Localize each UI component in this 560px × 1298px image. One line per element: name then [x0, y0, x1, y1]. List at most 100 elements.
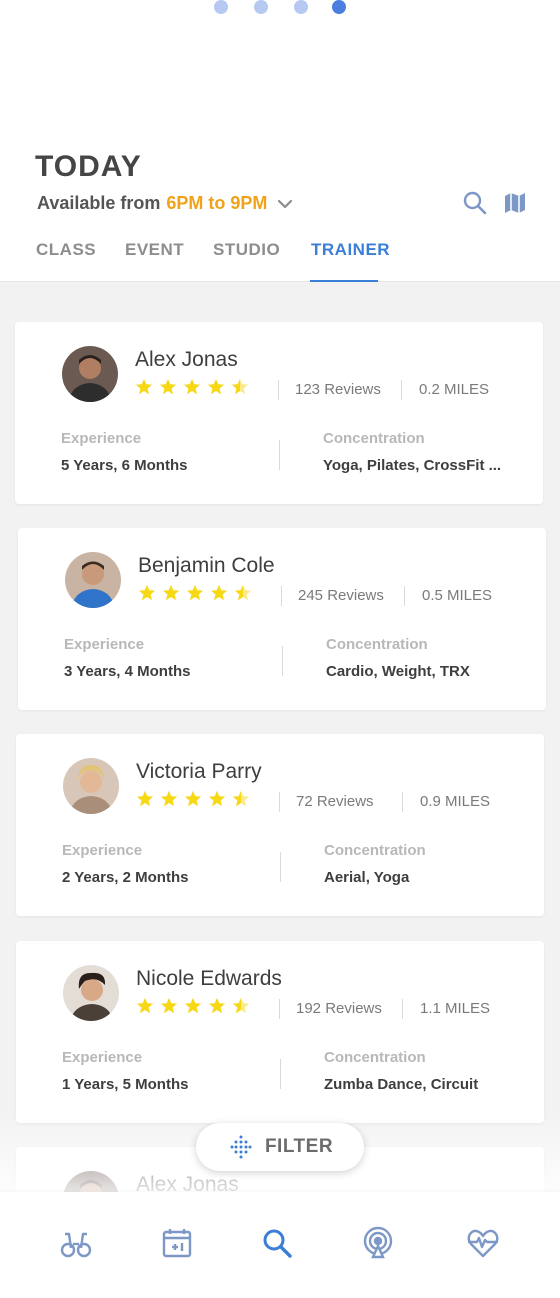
divider	[279, 792, 280, 812]
trainer-name: Alex Jonas	[135, 348, 238, 371]
page-dot[interactable]	[254, 0, 268, 14]
distance: 1.1 MILES	[420, 1000, 491, 1017]
trainer-card[interactable]: Alex Jonas 123 Reviews 0.2 MILES Experie…	[15, 322, 543, 504]
distance: 0.2 MILES	[419, 381, 490, 398]
experience-value: 1 Years, 5 Months	[62, 1076, 189, 1093]
star-icon	[135, 378, 153, 395]
divider	[279, 999, 280, 1019]
concentration-label: Concentration	[324, 842, 426, 859]
star-icon	[136, 997, 154, 1014]
availability-prefix: Available from	[37, 193, 161, 213]
concentration-value: Cardio, Weight, TRX	[326, 663, 470, 680]
page-dot-active[interactable]	[332, 0, 346, 14]
trainer-name: Nicole Edwards	[136, 967, 282, 990]
avatar	[63, 1171, 119, 1192]
category-tabs: CLASS EVENT STUDIO TRAINER	[0, 240, 560, 282]
star-icon	[207, 378, 225, 395]
star-icon	[208, 997, 226, 1014]
concentration-label: Concentration	[326, 636, 428, 653]
tab-trainer[interactable]: TRAINER	[311, 240, 390, 260]
trainer-list[interactable]: Alex Jonas 123 Reviews 0.2 MILES Experie…	[0, 282, 560, 1192]
star-icon	[160, 790, 178, 807]
filter-dots-icon	[230, 1135, 252, 1159]
page-dot[interactable]	[214, 0, 228, 14]
experience-label: Experience	[62, 842, 143, 859]
rating-stars	[136, 997, 250, 1015]
half-star-icon	[232, 790, 250, 807]
avatar	[63, 965, 119, 1021]
experience-value: 5 Years, 6 Months	[61, 457, 188, 474]
concentration-label: Concentration	[323, 430, 425, 447]
trainer-card[interactable]: Victoria Parry 72 Reviews 0.9 MILES Expe…	[16, 734, 544, 916]
experience-value: 3 Years, 4 Months	[64, 663, 191, 680]
divider	[278, 380, 279, 400]
concentration-value: Aerial, Yoga	[324, 869, 410, 886]
divider	[404, 586, 405, 606]
star-icon	[160, 997, 178, 1014]
avatar	[65, 552, 121, 608]
review-count: 245 Reviews	[298, 587, 384, 604]
page-indicator	[0, 0, 560, 14]
review-count: 192 Reviews	[296, 1000, 382, 1017]
divider	[282, 646, 283, 676]
calendar-plus-icon[interactable]	[160, 1226, 194, 1260]
concentration-label: Concentration	[324, 1049, 426, 1066]
divider	[280, 1059, 281, 1089]
review-count: 72 Reviews	[296, 793, 374, 810]
star-icon	[208, 790, 226, 807]
review-count: 123 Reviews	[295, 381, 381, 398]
divider	[280, 852, 281, 882]
filter-label: FILTER	[264, 1136, 334, 1157]
heart-pulse-icon[interactable]	[466, 1226, 500, 1260]
distance: 0.5 MILES	[422, 587, 493, 604]
header: TODAY Available from 6PM to 9PM CLASS EV…	[0, 140, 560, 282]
half-star-icon	[232, 997, 250, 1014]
bottom-navigation	[0, 1192, 560, 1298]
binoculars-icon[interactable]	[59, 1226, 93, 1260]
experience-label: Experience	[62, 1049, 143, 1066]
trainer-card[interactable]: Benjamin Cole 245 Reviews 0.5 MILES Expe…	[18, 528, 546, 710]
concentration-value: Yoga, Pilates, CrossFit ...	[323, 457, 502, 474]
divider	[402, 792, 403, 812]
map-icon[interactable]	[502, 190, 528, 216]
divider	[281, 586, 282, 606]
avatar	[62, 346, 118, 402]
star-icon	[210, 584, 228, 601]
availability-time: 6PM to 9PM	[166, 193, 268, 213]
distance: 0.9 MILES	[420, 793, 491, 810]
trainer-name: Victoria Parry	[136, 760, 262, 783]
trainer-card[interactable]: Nicole Edwards 192 Reviews 1.1 MILES Exp…	[16, 941, 544, 1123]
experience-label: Experience	[61, 430, 142, 447]
divider	[279, 440, 280, 470]
concentration-value: Zumba Dance, Circuit	[324, 1076, 479, 1093]
filter-button[interactable]: FILTER	[196, 1123, 364, 1171]
star-icon	[183, 378, 201, 395]
half-star-icon	[234, 584, 252, 601]
star-icon	[138, 584, 156, 601]
half-star-icon	[231, 378, 249, 395]
star-icon	[184, 997, 202, 1014]
trainer-name: Alex Jonas	[136, 1173, 239, 1192]
trainer-name: Benjamin Cole	[138, 554, 275, 577]
tab-studio[interactable]: STUDIO	[213, 240, 280, 260]
availability-selector[interactable]: Available from 6PM to 9PM	[37, 193, 293, 214]
star-icon	[184, 790, 202, 807]
page-dot[interactable]	[294, 0, 308, 14]
search-icon[interactable]	[260, 1226, 294, 1260]
star-icon	[162, 584, 180, 601]
tab-event[interactable]: EVENT	[125, 240, 184, 260]
tab-class[interactable]: CLASS	[36, 240, 96, 260]
search-icon[interactable]	[462, 190, 488, 216]
star-icon	[186, 584, 204, 601]
rating-stars	[135, 378, 249, 396]
star-icon	[159, 378, 177, 395]
chevron-down-icon	[278, 199, 293, 208]
broadcast-icon[interactable]	[361, 1226, 395, 1260]
page-title: TODAY	[35, 150, 142, 183]
star-icon	[136, 790, 154, 807]
avatar	[63, 758, 119, 814]
rating-stars	[136, 790, 250, 808]
experience-value: 2 Years, 2 Months	[62, 869, 189, 886]
experience-label: Experience	[64, 636, 145, 653]
rating-stars	[138, 584, 252, 602]
